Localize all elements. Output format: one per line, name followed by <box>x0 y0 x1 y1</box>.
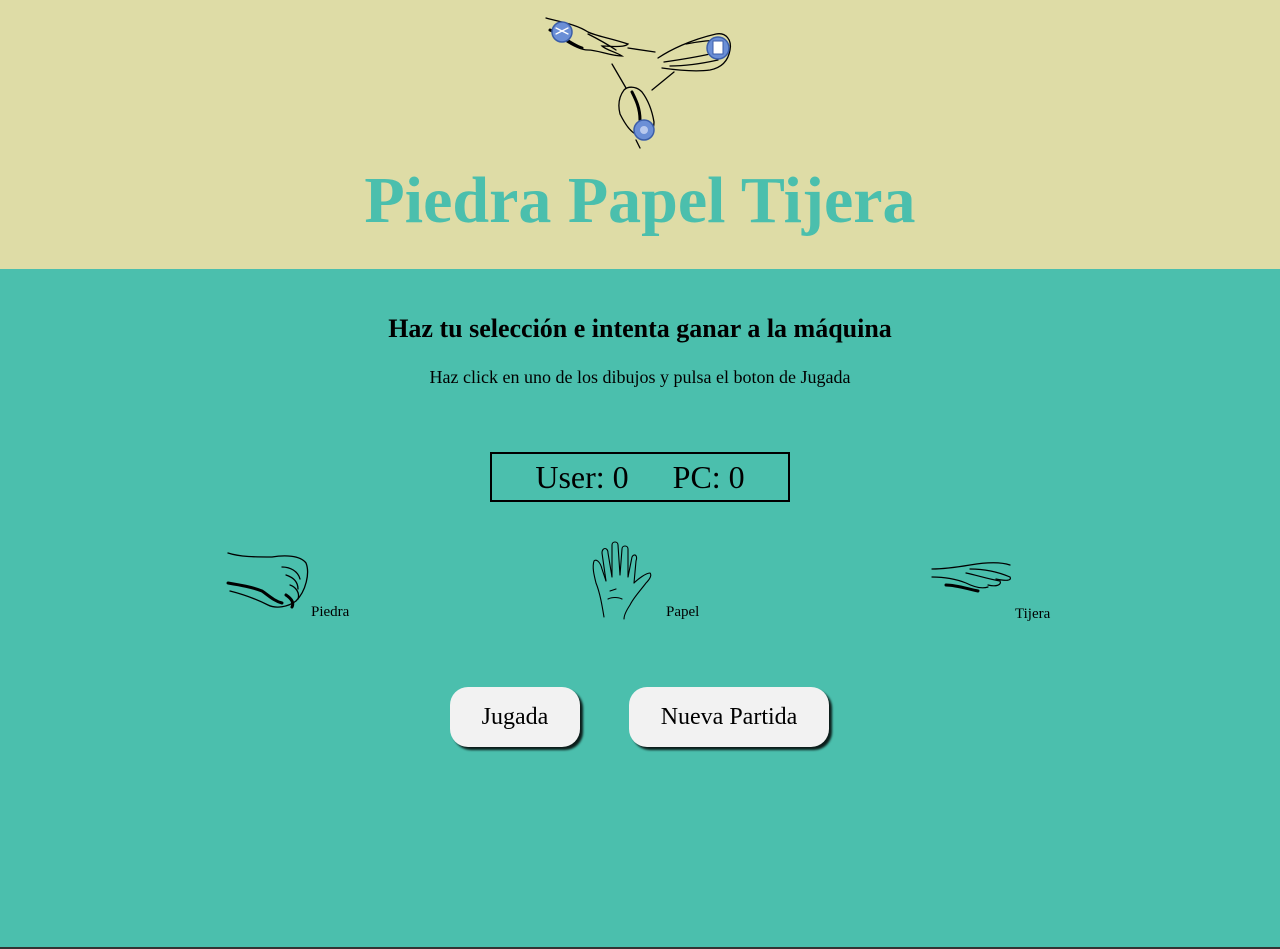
choice-tijera[interactable]: Tijera <box>930 559 1060 622</box>
choice-papel[interactable]: Papel <box>590 539 710 621</box>
choice-papel-label: Papel <box>666 604 700 620</box>
play-button[interactable]: Jugada <box>450 687 580 747</box>
game-instruction: Haz click en uno de los dibujos y pulsa … <box>429 367 851 387</box>
pc-score: PC: 0 <box>673 459 745 496</box>
scissors-hand-icon <box>931 562 1011 593</box>
pc-score-value: 0 <box>728 458 745 495</box>
user-score-label: User: <box>535 458 605 495</box>
new-game-button[interactable]: Nueva Partida <box>629 687 829 747</box>
page-title: Piedra Papel Tijera <box>364 164 916 237</box>
choice-piedra-label: Piedra <box>311 604 350 620</box>
user-score-value: 0 <box>612 458 629 495</box>
fist-icon <box>226 552 309 609</box>
game-subtitle: Haz tu selección e intenta ganar a la má… <box>388 314 892 343</box>
choice-tijera-label: Tijera <box>1015 606 1051 622</box>
open-hand-icon <box>592 541 652 620</box>
game-area: Haz tu selección e intenta ganar a la má… <box>0 269 1280 949</box>
choice-piedra[interactable]: Piedra <box>226 551 366 621</box>
pc-score-label: PC: <box>672 458 721 495</box>
scoreboard: User: 0 PC: 0 <box>490 452 790 502</box>
header: Piedra Papel Tijera <box>0 0 1280 269</box>
user-score: User: 0 <box>535 459 628 496</box>
rock-paper-scissors-hands-icon <box>540 10 740 152</box>
